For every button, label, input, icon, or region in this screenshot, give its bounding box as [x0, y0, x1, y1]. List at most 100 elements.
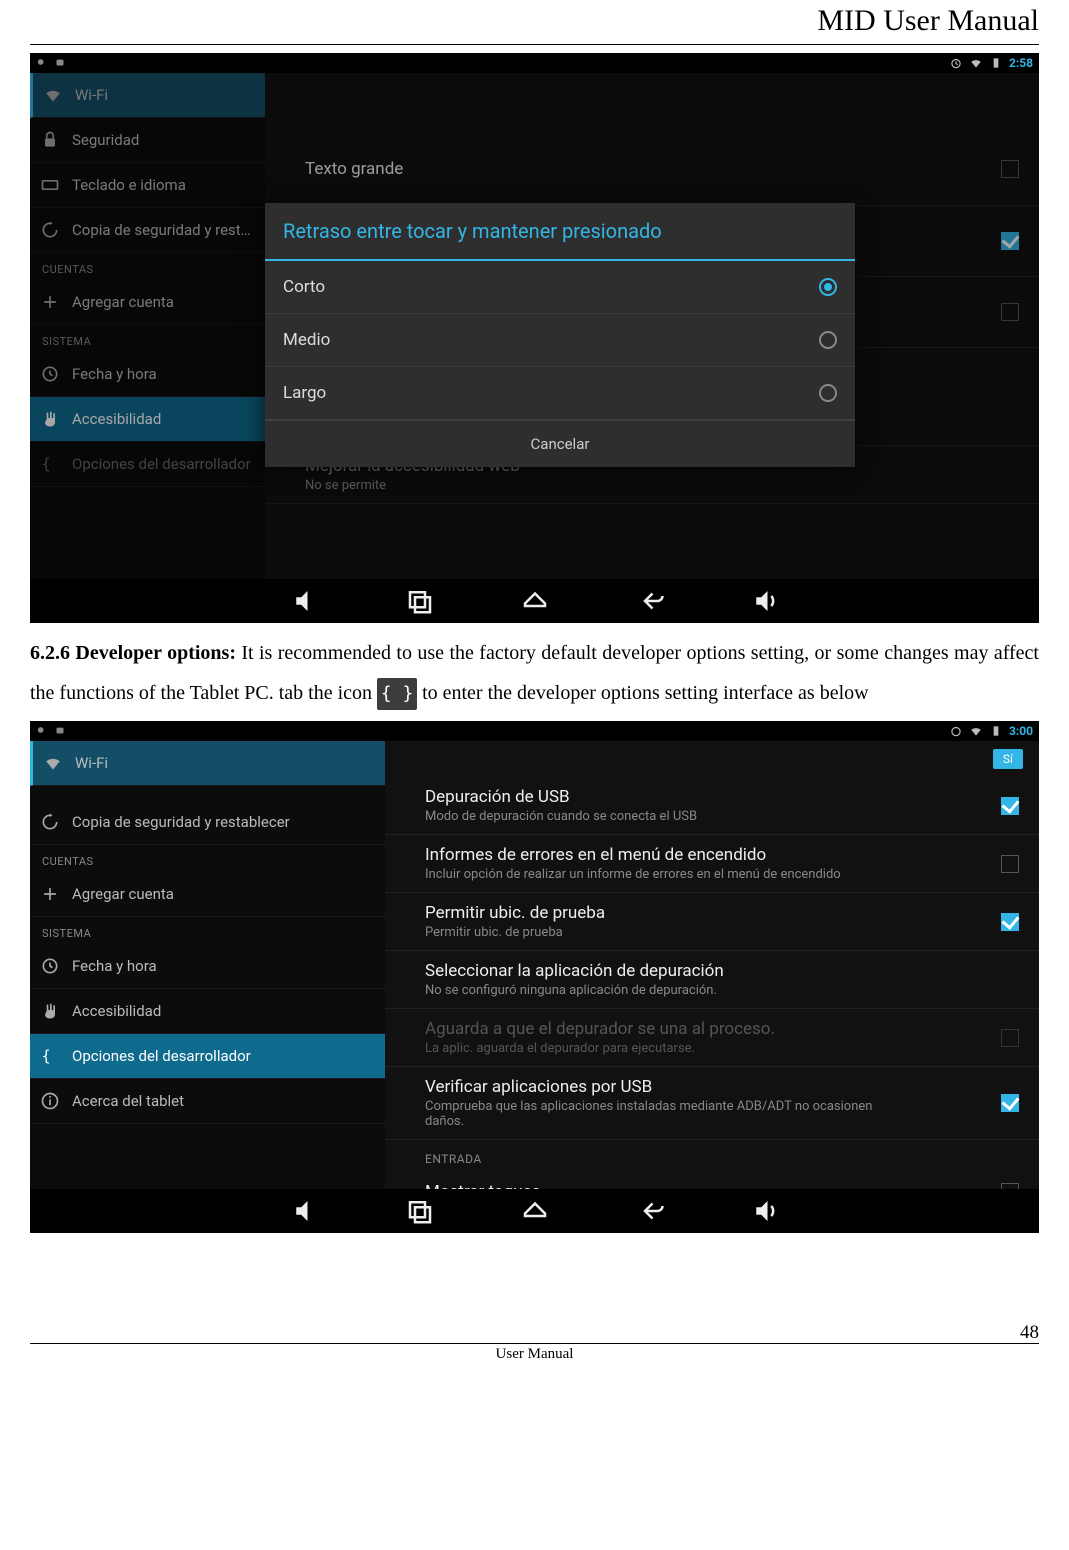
dialog-option-long[interactable]: Largo [265, 367, 855, 420]
plus-icon [40, 884, 60, 904]
clock-icon [40, 956, 60, 976]
settings-detail-panel: Sí Depuración de USB Modo de depuración … [385, 741, 1039, 1189]
dialog-option-short[interactable]: Corto [265, 261, 855, 314]
sidebar-item-label: Acerca del tablet [72, 1092, 184, 1110]
recents-icon[interactable] [405, 586, 435, 616]
settings-sidebar: Wi-Fi Copia de seguridad y restablecer C… [30, 741, 385, 1189]
section-number: 6.2.6 Developer options: [30, 642, 236, 664]
sidebar-item-datetime[interactable]: Fecha y hora [30, 944, 385, 989]
wifi-icon [43, 753, 63, 773]
status-bar: 3:00 [30, 721, 1039, 741]
touch-delay-dialog: Retraso entre tocar y mantener presionad… [265, 203, 855, 467]
dialog-cancel-button[interactable]: Cancelar [265, 420, 855, 467]
section-text-2: to enter the developer options setting i… [417, 682, 869, 704]
bug-icon [36, 723, 50, 737]
section-paragraph: 6.2.6 Developer options: It is recommend… [30, 633, 1039, 713]
status-left [36, 723, 67, 740]
sidebar-item-label: Accesibilidad [72, 1002, 161, 1020]
checkbox[interactable] [1001, 797, 1019, 815]
detail-mock-locations[interactable]: Permitir ubic. de prueba Permitir ubic. … [385, 893, 1039, 951]
checkbox[interactable] [1001, 913, 1019, 931]
home-icon[interactable] [520, 586, 550, 616]
android-icon [53, 55, 67, 69]
detail-title: Seleccionar la aplicación de depuración [425, 961, 724, 981]
status-left [36, 55, 67, 72]
page-number: 48 [1020, 1322, 1039, 1344]
status-time: 2:58 [1009, 56, 1033, 70]
detail-subtitle: Modo de depuración cuando se conecta el … [425, 809, 697, 824]
sidebar-header-accounts: CUENTAS [30, 845, 385, 872]
back-icon[interactable] [635, 586, 665, 616]
volume-up-icon[interactable] [750, 1196, 780, 1226]
checkbox [1001, 1029, 1019, 1047]
detail-title: Permitir ubic. de prueba [425, 903, 605, 923]
detail-title: Informes de errores en el menú de encend… [425, 845, 841, 865]
battery-icon [989, 724, 1003, 738]
screenshot-accessibility: 2:58 Wi-Fi Seguridad Teclado e idioma Co… [30, 53, 1039, 623]
detail-subtitle: Permitir ubic. de prueba [425, 925, 605, 940]
sidebar-header-system: SISTEMA [30, 917, 385, 944]
screenshot-developer-options: 3:00 Wi-Fi Copia de seguridad y restable… [30, 721, 1039, 1233]
detail-subtitle: Incluir opción de realizar un informe de… [425, 867, 841, 882]
option-label: Medio [283, 330, 330, 350]
detail-bugreport-menu[interactable]: Informes de errores en el menú de encend… [385, 835, 1039, 893]
footer-text: User Manual [496, 1346, 574, 1362]
sidebar-item-developer[interactable]: { } Opciones del desarrollador [30, 1034, 385, 1079]
sidebar-item-backup[interactable]: Copia de seguridad y restablecer [30, 800, 385, 845]
detail-header-input: ENTRADA [385, 1140, 1039, 1172]
hand-icon [40, 1001, 60, 1021]
volume-down-icon[interactable] [290, 586, 320, 616]
detail-verify-usb-apps[interactable]: Verificar aplicaciones por USB Comprueba… [385, 1067, 1039, 1140]
checkbox[interactable] [1001, 1183, 1019, 1189]
detail-usb-debug[interactable]: Depuración de USB Modo de depuración cua… [385, 777, 1039, 835]
detail-show-touches[interactable]: Mostrar toques [385, 1172, 1039, 1189]
page-header: MID User Manual [30, 0, 1039, 45]
braces-icon: { } [40, 1046, 60, 1066]
info-icon [40, 1091, 60, 1111]
status-bar: 2:58 [30, 53, 1039, 73]
home-icon[interactable] [520, 1196, 550, 1226]
sidebar-item-label: Wi-Fi [75, 754, 108, 772]
radio[interactable] [819, 278, 837, 296]
dialog-title: Retraso entre tocar y mantener presionad… [265, 203, 855, 261]
radio[interactable] [819, 331, 837, 349]
volume-down-icon[interactable] [290, 1196, 320, 1226]
system-nav-bar [30, 579, 1039, 623]
sidebar-item-label: Agregar cuenta [72, 885, 174, 903]
detail-subtitle: Comprueba que las aplicaciones instalada… [425, 1099, 888, 1129]
status-time: 3:00 [1009, 724, 1033, 738]
recents-icon[interactable] [405, 1196, 435, 1226]
detail-subtitle: La aplic. aguarda el depurador para ejec… [425, 1041, 775, 1056]
backup-icon [40, 812, 60, 832]
volume-up-icon[interactable] [750, 586, 780, 616]
braces-icon: { } [377, 678, 417, 710]
detail-title: Depuración de USB [425, 787, 697, 807]
bug-icon [36, 55, 50, 69]
sidebar-item-add-account[interactable]: Agregar cuenta [30, 872, 385, 917]
detail-subtitle: No se configuró ninguna aplicación de de… [425, 983, 724, 998]
option-label: Largo [283, 383, 326, 403]
battery-icon [989, 56, 1003, 70]
back-icon[interactable] [635, 1196, 665, 1226]
dialog-option-medium[interactable]: Medio [265, 314, 855, 367]
detail-select-debug-app[interactable]: Seleccionar la aplicación de depuración … [385, 951, 1039, 1009]
checkbox[interactable] [1001, 855, 1019, 873]
sidebar-item-label: Opciones del desarrollador [72, 1047, 251, 1065]
sidebar-item-label: Copia de seguridad y restablecer [72, 813, 290, 831]
detail-wait-debugger: Aguarda a que el depurador se una al pro… [385, 1009, 1039, 1067]
radio[interactable] [819, 384, 837, 402]
checkbox[interactable] [1001, 1094, 1019, 1112]
sidebar-item-about[interactable]: Acerca del tablet [30, 1079, 385, 1124]
sidebar-item-accessibility[interactable]: Accesibilidad [30, 989, 385, 1034]
wifi-icon [969, 724, 983, 738]
android-icon [53, 723, 67, 737]
system-nav-bar [30, 1189, 1039, 1233]
developer-toggle[interactable]: Sí [993, 749, 1023, 769]
detail-title: Mostrar toques [425, 1182, 540, 1189]
sidebar-item-label: Fecha y hora [72, 957, 157, 975]
svg-text:{ }: { } [42, 1047, 60, 1065]
alarm-icon [949, 724, 963, 738]
sidebar-item-wifi[interactable]: Wi-Fi [30, 741, 385, 786]
page-footer: 48 User Manual [30, 1343, 1039, 1363]
detail-title: Verificar aplicaciones por USB [425, 1077, 888, 1097]
